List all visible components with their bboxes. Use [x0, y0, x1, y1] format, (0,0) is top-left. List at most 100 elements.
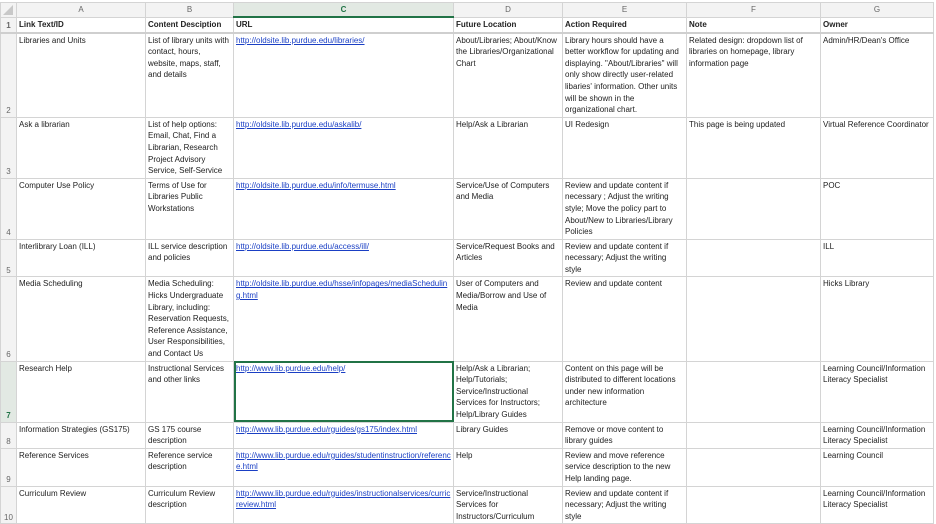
cell-d7[interactable]: Help/Ask a Librarian; Help/Tutorials; Se…: [453, 360, 563, 423]
row-number[interactable]: 6: [0, 276, 17, 362]
cell-e6[interactable]: Review and update content: [562, 276, 687, 362]
cell-b3[interactable]: List of help options: Email, Chat, Find …: [145, 116, 234, 179]
cell-e2[interactable]: Library hours should have a better workf…: [562, 32, 687, 118]
select-all-triangle-icon: [3, 5, 13, 15]
cell-f9[interactable]: [686, 447, 821, 487]
cell-e10[interactable]: Review and update content if necessary; …: [562, 485, 687, 524]
cell-c3[interactable]: http://oldsite.lib.purdue.edu/askalib/: [233, 116, 454, 179]
cell-g5[interactable]: ILL: [820, 238, 934, 278]
row-number[interactable]: 9: [0, 447, 17, 487]
cell-g6[interactable]: Hicks Library: [820, 276, 934, 362]
cell-g8[interactable]: Learning Council/Information Literacy Sp…: [820, 421, 934, 449]
url-link[interactable]: http://www.lib.purdue.edu/rguides/gs175/…: [236, 425, 417, 434]
cell-b1[interactable]: Content Desciption: [145, 16, 234, 34]
cell-f6[interactable]: [686, 276, 821, 362]
row-number[interactable]: 2: [0, 32, 17, 118]
cell-c8[interactable]: http://www.lib.purdue.edu/rguides/gs175/…: [233, 421, 454, 449]
url-link[interactable]: http://www.lib.purdue.edu/help/: [236, 364, 345, 373]
table-row: 7 Research Help Instructional Services and…: [0, 360, 934, 423]
column-header-f[interactable]: F: [686, 2, 821, 18]
cell-g4[interactable]: POC: [820, 177, 934, 240]
cell-a1[interactable]: Link Text/ID: [16, 16, 146, 34]
url-link[interactable]: http://oldsite.lib.purdue.edu/libraries/: [236, 36, 365, 45]
cell-c2[interactable]: http://oldsite.lib.purdue.edu/libraries/: [233, 32, 454, 118]
cell-g10[interactable]: Learning Council/Information Literacy Sp…: [820, 485, 934, 524]
cell-a3[interactable]: Ask a librarian: [16, 116, 146, 179]
cell-c9[interactable]: http://www.lib.purdue.edu/rguides/studen…: [233, 447, 454, 487]
select-all-button[interactable]: [0, 2, 17, 18]
url-link[interactable]: http://oldsite.lib.purdue.edu/askalib/: [236, 120, 361, 129]
cell-a8[interactable]: Information Strategies (GS175): [16, 421, 146, 449]
cell-c10[interactable]: http://www.lib.purdue.edu/rguides/instru…: [233, 485, 454, 524]
url-link[interactable]: http://oldsite.lib.purdue.edu/hsse/infop…: [236, 279, 447, 300]
url-link[interactable]: http://oldsite.lib.purdue.edu/info/termu…: [236, 181, 396, 190]
row-number[interactable]: 4: [0, 177, 17, 240]
cell-f8[interactable]: [686, 421, 821, 449]
column-header-e[interactable]: E: [562, 2, 687, 18]
row-number[interactable]: 1: [0, 16, 17, 34]
cell-d5[interactable]: Service/Request Books and Articles: [453, 238, 563, 278]
cell-a2[interactable]: Libraries and Units: [16, 32, 146, 118]
column-header-c[interactable]: C: [233, 2, 454, 18]
cell-e4[interactable]: Review and update content if necessary ;…: [562, 177, 687, 240]
cell-f5[interactable]: [686, 238, 821, 278]
cell-b4[interactable]: Terms of Use for Libraries Public Workst…: [145, 177, 234, 240]
row-number[interactable]: 8: [0, 421, 17, 449]
row-number[interactable]: 7: [0, 360, 17, 423]
cell-b9[interactable]: Reference service description: [145, 447, 234, 487]
row-number[interactable]: 3: [0, 116, 17, 179]
cell-f10[interactable]: [686, 485, 821, 524]
cell-d8[interactable]: Library Guides: [453, 421, 563, 449]
cell-c1[interactable]: URL: [233, 16, 454, 34]
cell-a5[interactable]: Interlibrary Loan (ILL): [16, 238, 146, 278]
url-link[interactable]: http://www.lib.purdue.edu/rguides/studen…: [236, 451, 451, 472]
cell-f7[interactable]: [686, 360, 821, 423]
column-header-g[interactable]: G: [820, 2, 934, 18]
cell-a6[interactable]: Media Scheduling: [16, 276, 146, 362]
cell-f4[interactable]: [686, 177, 821, 240]
cell-d2[interactable]: About/Libraries; About/Know the Librarie…: [453, 32, 563, 118]
cell-g2[interactable]: Admin/HR/Dean's Office: [820, 32, 934, 118]
cell-b2[interactable]: List of library units with contact, hour…: [145, 32, 234, 118]
cell-c5[interactable]: http://oldsite.lib.purdue.edu/access/ill…: [233, 238, 454, 278]
cell-g1[interactable]: Owner: [820, 16, 934, 34]
row-number[interactable]: 5: [0, 238, 17, 278]
cell-e8[interactable]: Remove or move content to library guides: [562, 421, 687, 449]
cell-f3[interactable]: This page is being updated: [686, 116, 821, 179]
table-row: 9 Reference Services Reference service des…: [0, 447, 934, 487]
url-link[interactable]: http://oldsite.lib.purdue.edu/access/ill…: [236, 242, 369, 251]
column-header-b[interactable]: B: [145, 2, 234, 18]
cell-g3[interactable]: Virtual Reference Coordinator: [820, 116, 934, 179]
cell-f1[interactable]: Note: [686, 16, 821, 34]
cell-c7[interactable]: http://www.lib.purdue.edu/help/: [233, 360, 454, 423]
cell-e7[interactable]: Content on this page will be distributed…: [562, 360, 687, 423]
cell-e3[interactable]: UI Redesign: [562, 116, 687, 179]
cell-e9[interactable]: Review and move reference service descri…: [562, 447, 687, 487]
cell-b10[interactable]: Curriculum Review description: [145, 485, 234, 524]
row-number[interactable]: 10: [0, 485, 17, 524]
cell-d10[interactable]: Service/Instructional Services for Instr…: [453, 485, 563, 524]
cell-d4[interactable]: Service/Use of Computers and Media: [453, 177, 563, 240]
cell-d6[interactable]: User of Computers and Media/Borrow and U…: [453, 276, 563, 362]
cell-d9[interactable]: Help: [453, 447, 563, 487]
cell-a4[interactable]: Computer Use Policy: [16, 177, 146, 240]
cell-c4[interactable]: http://oldsite.lib.purdue.edu/info/termu…: [233, 177, 454, 240]
cell-e1[interactable]: Action Required: [562, 16, 687, 34]
cell-a7[interactable]: Research Help: [16, 360, 146, 423]
url-link[interactable]: http://www.lib.purdue.edu/rguides/instru…: [236, 489, 450, 510]
cell-a9[interactable]: Reference Services: [16, 447, 146, 487]
cell-b6[interactable]: Media Scheduling: Hicks Undergraduate Li…: [145, 276, 234, 362]
cell-b5[interactable]: ILL service description and policies: [145, 238, 234, 278]
column-header-d[interactable]: D: [453, 2, 563, 18]
cell-e5[interactable]: Review and update content if necessary; …: [562, 238, 687, 278]
cell-g7[interactable]: Learning Council/Information Literacy Sp…: [820, 360, 934, 423]
cell-b7[interactable]: Instructional Services and other links: [145, 360, 234, 423]
cell-f2[interactable]: Related design: dropdown list of librari…: [686, 32, 821, 118]
cell-d1[interactable]: Future Location: [453, 16, 563, 34]
cell-c6[interactable]: http://oldsite.lib.purdue.edu/hsse/infop…: [233, 276, 454, 362]
cell-d3[interactable]: Help/Ask a Librarian: [453, 116, 563, 179]
cell-b8[interactable]: GS 175 course description: [145, 421, 234, 449]
cell-g9[interactable]: Learning Council: [820, 447, 934, 487]
cell-a10[interactable]: Curriculum Review: [16, 485, 146, 524]
column-header-a[interactable]: A: [16, 2, 146, 18]
